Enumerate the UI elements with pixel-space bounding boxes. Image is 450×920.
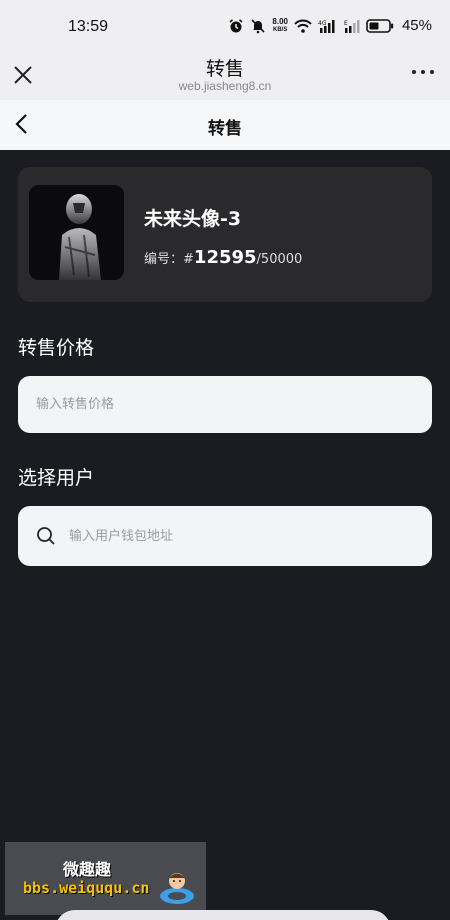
mascot-icon [160,873,194,904]
serial-prefix: # [183,252,194,267]
status-time: 13:59 [68,18,109,35]
battery-percent: 45% [401,17,432,34]
more-dot [430,70,434,74]
bottom-action-pill[interactable] [55,910,391,920]
browser-url: web.jiasheng8.cn [178,79,272,93]
alarm-icon [229,18,243,32]
status-icons: 8.00 KB/S 4G E 45% [228,17,432,34]
signal-e-icon: E [344,19,360,33]
price-input[interactable] [36,376,416,433]
browser-title: 转售 [205,58,244,80]
nft-artwork [29,185,124,280]
browser-bar: 转售 web.jiasheng8.cn [0,52,450,100]
nft-thumbnail [29,185,124,280]
mute-icon [251,18,265,33]
page-header: 转售 [0,100,450,150]
svg-text:E: E [344,20,348,27]
serial-label: 编号： [144,252,184,267]
serial-total: /50000 [256,252,303,267]
watermark: 微趣趣 bbs.weiququ.cn [5,842,206,915]
more-dot [421,70,425,74]
battery-icon [366,18,394,33]
watermark-url: bbs.weiququ.cn [23,879,150,897]
serial-number: 12595 [193,247,257,268]
price-input-box [18,376,432,433]
search-icon [37,527,55,545]
wifi-icon [294,19,312,33]
net-speed: 8.00 KB/S [272,16,288,34]
nft-serial: 编号： # 12595 /50000 [144,247,302,268]
watermark-title: 微趣趣 [63,860,112,879]
nft-card: 未来头像-3 编号： # 12595 /50000 [18,167,432,302]
price-label: 转售价格 [18,337,95,359]
net-speed-unit: KB/S [273,26,288,33]
nft-name: 未来头像-3 [144,208,242,230]
svg-text:4G: 4G [318,20,327,27]
signal-4g-icon: 4G [318,19,335,33]
page-title: 转售 [208,119,242,139]
more-menu-icon[interactable] [412,70,434,74]
user-label: 选择用户 [18,467,95,489]
user-search-box [18,506,432,566]
net-speed-value: 8.00 [272,16,288,26]
status-bar: 13:59 8.00 KB/S 4G E 45% [0,0,450,52]
more-dot [412,70,416,74]
wallet-address-input[interactable] [69,506,419,566]
